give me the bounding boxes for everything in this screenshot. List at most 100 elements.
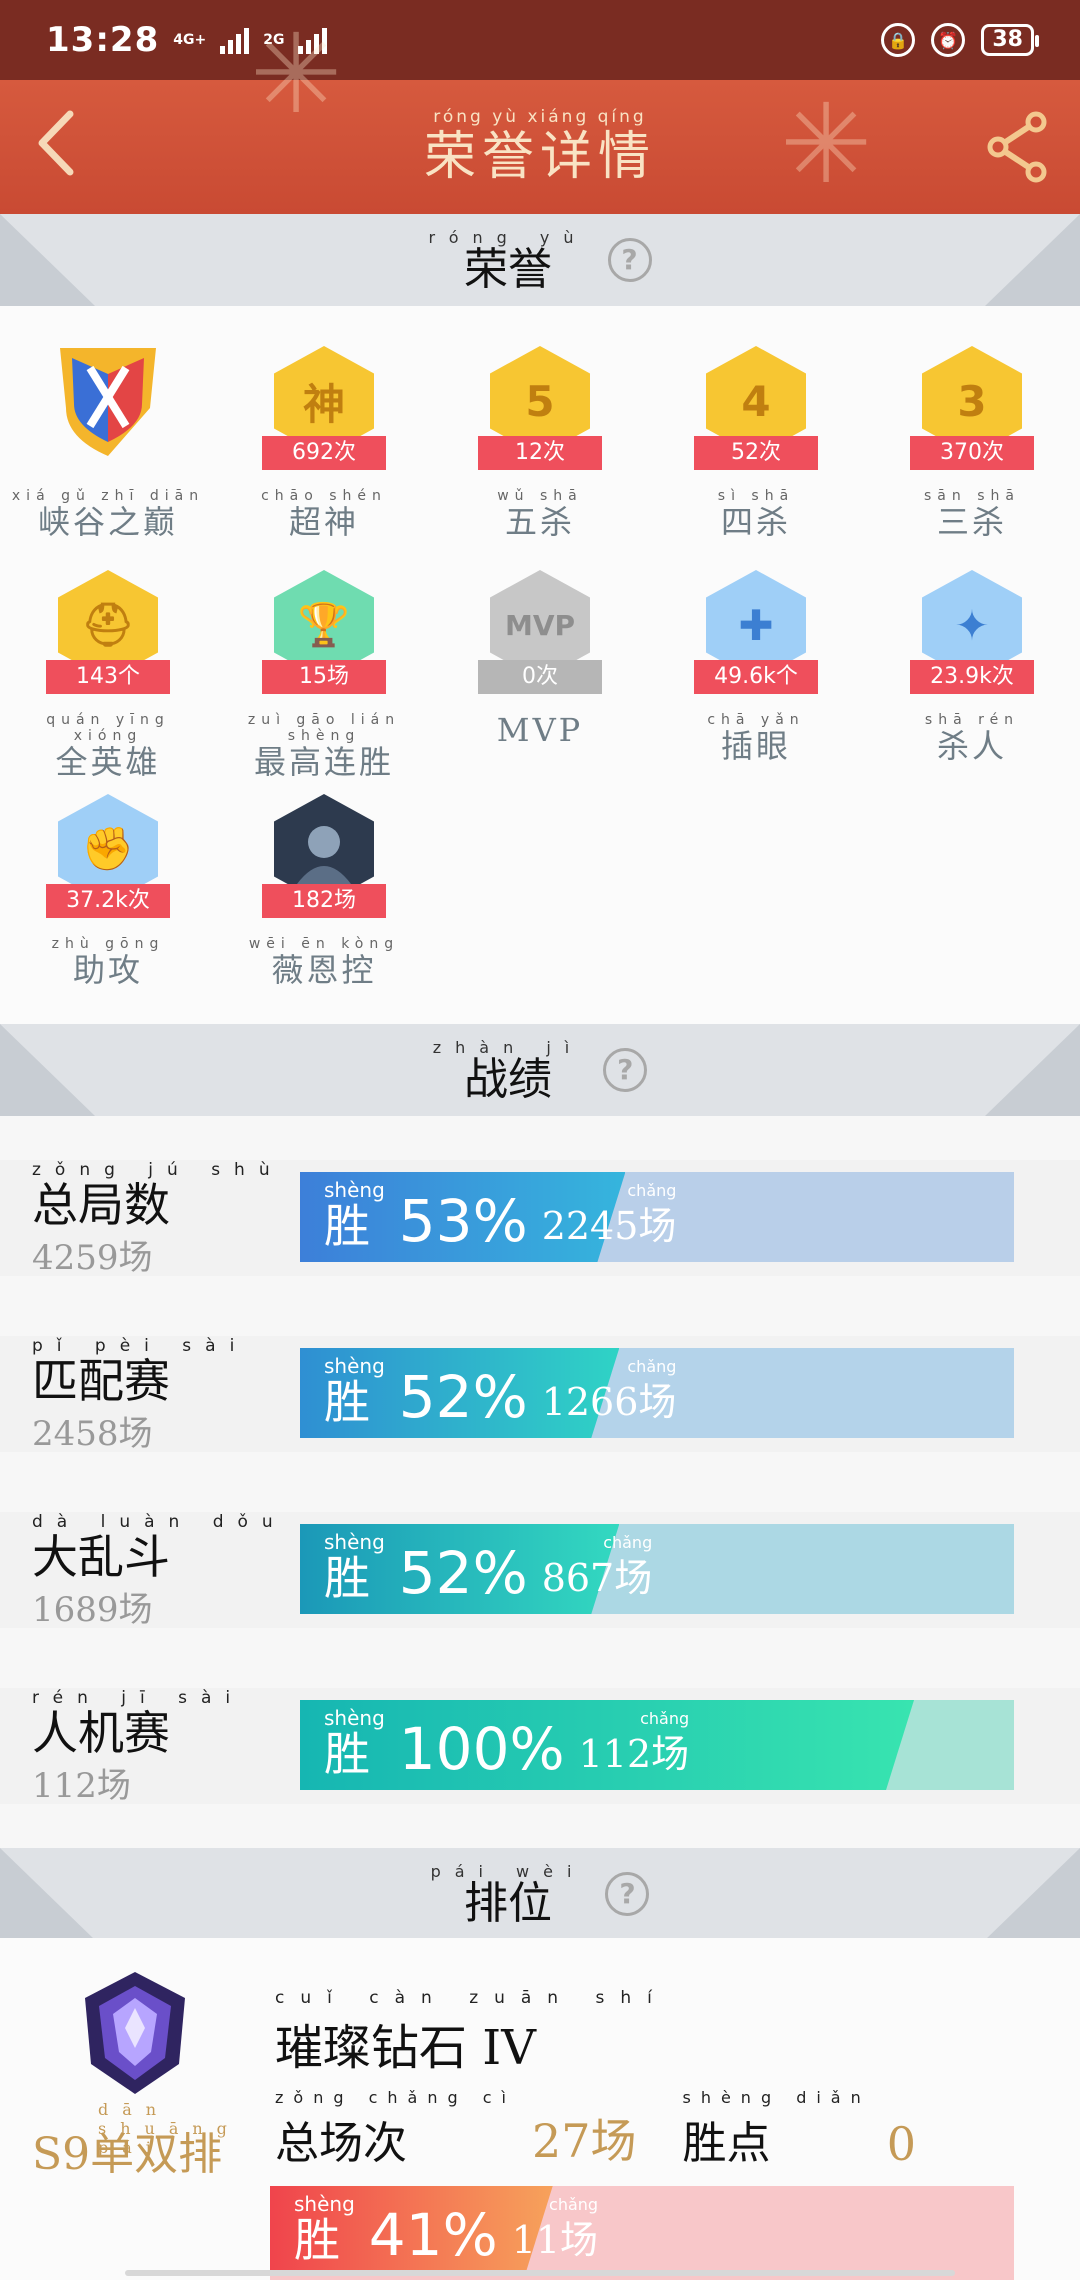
record-section-header: zhàn jì 战绩 ? bbox=[0, 1024, 1080, 1116]
rank-tier-pinyin: cuǐ càn zuān shí bbox=[275, 1988, 668, 2008]
honor-name: 插眼 bbox=[720, 727, 791, 765]
rank-win-rate-bar: shèng 胜 41% chǎng 11场 bbox=[270, 2186, 1014, 2280]
honor-item[interactable]: ✦ 23.9k次 shā rén 杀人 bbox=[872, 562, 1072, 764]
rank-win-rate: 41% bbox=[368, 2201, 498, 2269]
win-rate: 52% bbox=[398, 1539, 528, 1607]
rank-points-label: 胜点 bbox=[682, 2118, 771, 2169]
record-label: 大乱斗 bbox=[32, 1530, 170, 1584]
honor-count: 692次 bbox=[262, 436, 386, 470]
rank-stats: zǒng chǎng cì 总场次 27场 shèng diǎn 胜点 0 bbox=[275, 2088, 916, 2171]
rank-win-games: 11场 bbox=[511, 2218, 599, 2262]
honor-item[interactable]: ✚ 49.6k个 chā yǎn 插眼 bbox=[656, 562, 856, 764]
status-bar: 13:28 4G+ 2G 🔒 ⏰ 38 bbox=[0, 0, 1080, 80]
win-label: 胜 bbox=[294, 2213, 340, 2267]
record-row[interactable]: pǐ pèi sài 匹配赛 2458场 shèng 胜 52% chǎng 126… bbox=[0, 1336, 1080, 1454]
record-row[interactable]: rén jī sài 人机赛 112场 shèng 胜 100% chǎng 112… bbox=[0, 1688, 1080, 1806]
honor-pinyin: shā rén bbox=[924, 712, 1020, 728]
honor-item[interactable]: 4 52次 sì shā 四杀 bbox=[656, 338, 856, 540]
app-header: ✳ ✳ róng yù xiáng qíng 荣誉详情 bbox=[0, 10, 1080, 214]
honor-item[interactable]: 3 370次 sān shā 三杀 bbox=[872, 338, 1072, 540]
record-label: 总局数 bbox=[32, 1178, 170, 1232]
record-total: 4259场 bbox=[32, 1238, 153, 1278]
honor-pinyin: wēi ēn kòng bbox=[248, 936, 400, 952]
honor-name: 三杀 bbox=[936, 503, 1007, 541]
record-row[interactable]: zǒng jú shù 总局数 4259场 shèng 胜 53% chǎng 22… bbox=[0, 1160, 1080, 1278]
honor-count: 143个 bbox=[46, 660, 170, 694]
honor-name: 杀人 bbox=[936, 727, 1007, 765]
rank-tier-text: 璀璨钻石 IV bbox=[275, 2020, 536, 2076]
honor-item[interactable]: 🏆 15场 zuì gāo lián shèng 最高连胜 bbox=[224, 562, 424, 780]
honor-count: 0次 bbox=[478, 660, 602, 694]
rank-games-label: 总场次 bbox=[275, 2118, 407, 2169]
record-section-title: 战绩 bbox=[464, 1053, 552, 1105]
share-icon[interactable] bbox=[986, 110, 1050, 184]
record-pinyin: dà luàn dǒu bbox=[32, 1512, 287, 1532]
record-pinyin: rén jī sài bbox=[32, 1688, 245, 1708]
honor-count: 370次 bbox=[910, 436, 1034, 470]
honor-count: 23.9k次 bbox=[910, 660, 1034, 694]
honor-pinyin: quán yīng xióng bbox=[46, 712, 170, 744]
honor-item[interactable]: xiá gǔ zhī diān 峡谷之巅 bbox=[8, 338, 208, 540]
page-title-pinyin: róng yù xiáng qíng bbox=[433, 107, 647, 127]
back-icon[interactable] bbox=[36, 108, 96, 188]
win-games: 112场 bbox=[578, 1732, 690, 1776]
honor-name: 超神 bbox=[288, 503, 359, 541]
diamond-rank-emblem-icon bbox=[85, 1972, 185, 2094]
honor-pinyin: xiá gǔ zhī diān bbox=[11, 488, 205, 504]
rank-tier: cuǐ càn zuān shí 璀璨钻石 IV bbox=[275, 1988, 668, 2078]
alarm-icon: ⏰ bbox=[931, 23, 966, 57]
win-games: 1266场 bbox=[541, 1380, 677, 1424]
win-games: 867场 bbox=[541, 1556, 653, 1600]
honor-item[interactable]: 神 692次 chāo shén 超神 bbox=[224, 338, 424, 540]
honor-pinyin: chā yǎn bbox=[707, 712, 805, 728]
record-label: 匹配赛 bbox=[32, 1354, 170, 1408]
honor-item[interactable]: 5 12次 wǔ shā 五杀 bbox=[440, 338, 640, 540]
honor-name: MVP bbox=[496, 711, 584, 749]
help-icon[interactable]: ? bbox=[607, 238, 652, 282]
honor-pinyin: sì shā bbox=[717, 488, 795, 504]
honor-item[interactable]: 182场 wēi ēn kòng 薇恩控 bbox=[224, 786, 424, 988]
win-label: 胜 bbox=[324, 1551, 370, 1605]
honor-section-title: 荣誉 bbox=[463, 243, 552, 295]
rank-panel[interactable]: dān shuāng pái S9单双排 cuǐ càn zuān shí 璀璨… bbox=[0, 1938, 1080, 2280]
honor-section-header: róng yù 荣誉 ? bbox=[0, 214, 1080, 306]
honor-name: 最高连胜 bbox=[253, 743, 394, 781]
honor-pinyin: sān shā bbox=[924, 488, 1020, 504]
firework-decoration-icon: ✳ bbox=[250, 10, 343, 138]
peak-emblem-icon bbox=[60, 348, 156, 456]
firework-decoration-icon: ✳ bbox=[780, 80, 873, 208]
record-total: 1689场 bbox=[32, 1590, 153, 1630]
honor-pinyin: wǔ shā bbox=[497, 488, 583, 504]
record-pinyin: pǐ pèi sài bbox=[32, 1336, 249, 1356]
honor-pinyin: chāo shén bbox=[261, 488, 387, 504]
honor-pinyin: zuì gāo lián shèng bbox=[247, 712, 401, 744]
win-rate: 53% bbox=[398, 1187, 528, 1255]
lock-icon: 🔒 bbox=[881, 23, 916, 57]
page-title-text: 荣誉详情 bbox=[423, 127, 656, 187]
honor-item[interactable]: ⛑ 143个 quán yīng xióng 全英雄 bbox=[8, 562, 208, 780]
win-label: 胜 bbox=[324, 1375, 370, 1429]
rank-season: dān shuāng pái S9单双排 bbox=[32, 2100, 227, 2182]
win-rate-bar: shèng 胜 52% chǎng 867场 bbox=[300, 1524, 1014, 1614]
rank-section-header: pái wèi 排位 ? bbox=[0, 1848, 1080, 1940]
record-row[interactable]: dà luàn dǒu 大乱斗 1689场 shèng 胜 52% chǎng 86… bbox=[0, 1512, 1080, 1630]
win-rate: 100% bbox=[398, 1715, 565, 1783]
signal-icon bbox=[220, 26, 250, 54]
win-rate-bar: shèng 胜 100% chǎng 112场 bbox=[300, 1700, 1014, 1790]
honor-name: 五杀 bbox=[504, 503, 575, 541]
honor-count: 182场 bbox=[262, 884, 386, 918]
battery-indicator: 38 bbox=[981, 24, 1039, 56]
honor-count: 12次 bbox=[478, 436, 602, 470]
status-time: 13:28 bbox=[46, 20, 160, 60]
help-icon[interactable]: ? bbox=[603, 1048, 648, 1092]
page-title: róng yù xiáng qíng 荣誉详情 bbox=[424, 107, 656, 187]
honor-item[interactable]: MVP 0次 MVP bbox=[440, 562, 640, 748]
honor-name: 四杀 bbox=[720, 503, 791, 541]
rank-points-pinyin: shèng diǎn bbox=[682, 2088, 871, 2107]
rank-points-value: 0 bbox=[886, 2117, 917, 2171]
win-rate: 52% bbox=[398, 1363, 528, 1431]
honor-name: 助攻 bbox=[72, 951, 143, 989]
honor-item[interactable]: ✊ 37.2k次 zhù gōng 助攻 bbox=[8, 786, 208, 988]
rank-season-pinyin: dān shuāng pái bbox=[98, 2100, 241, 2157]
help-icon[interactable]: ? bbox=[605, 1872, 650, 1916]
